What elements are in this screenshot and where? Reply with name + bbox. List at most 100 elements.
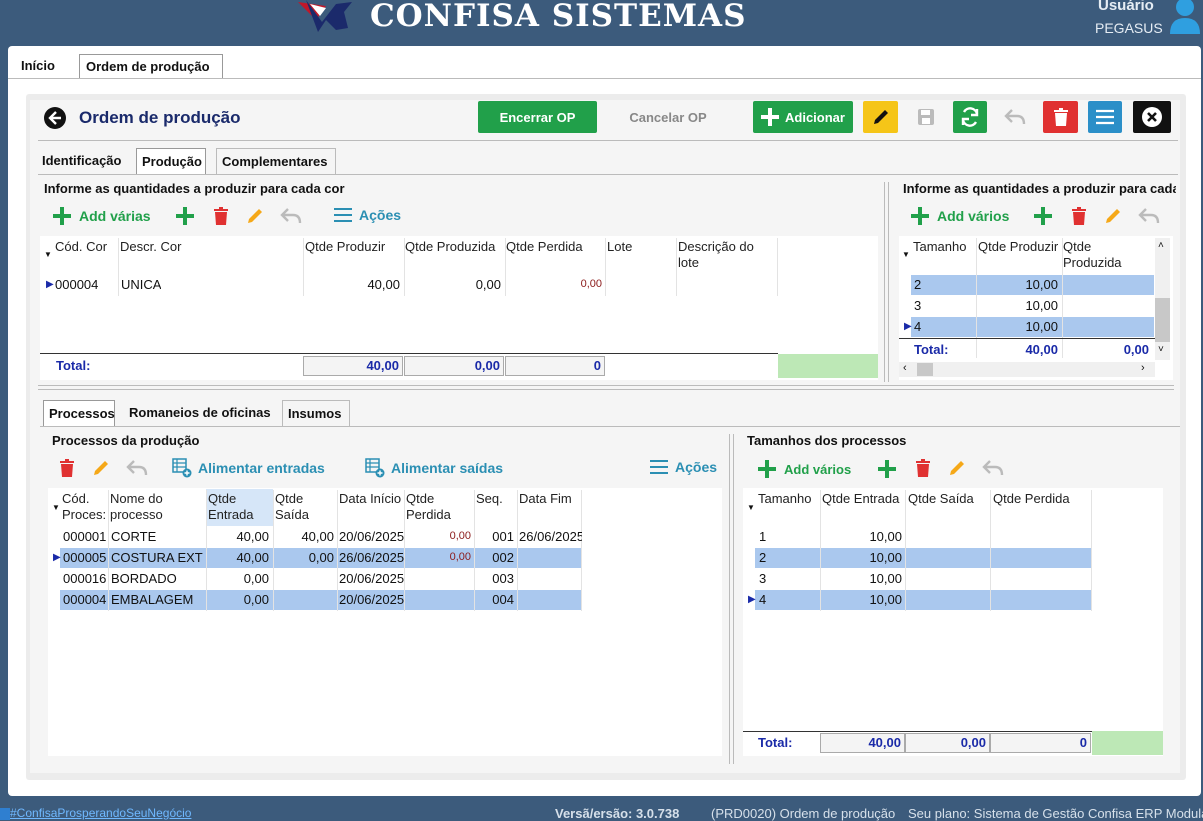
- proc-3-seq[interactable]: 003: [475, 569, 518, 589]
- tam-top-3[interactable]: 4: [914, 317, 921, 337]
- vertical-splitter[interactable]: [884, 182, 889, 382]
- col-data-fim[interactable]: Data Fim: [519, 491, 572, 507]
- proc-3-cod[interactable]: 000016: [63, 569, 106, 589]
- edit-button[interactable]: [863, 101, 898, 133]
- proc-4-inicio[interactable]: 20/06/2025: [339, 590, 405, 610]
- scroll-left-icon[interactable]: ‹: [903, 362, 907, 374]
- proc-2-nome[interactable]: COSTURA EXT: [111, 548, 206, 568]
- add-icon[interactable]: [1032, 205, 1054, 227]
- col-qtde-perdida[interactable]: Qtde Perdida: [506, 239, 583, 255]
- tam-top-1-produzir[interactable]: 10,00: [977, 275, 1062, 295]
- delete-button[interactable]: [1043, 101, 1078, 133]
- col-qtde-perdida[interactable]: Qtde Perdida: [993, 491, 1070, 507]
- scroll-thumb[interactable]: [1155, 298, 1170, 342]
- col-tamanho[interactable]: Tamanho: [758, 491, 811, 507]
- tab-inicio[interactable]: Início: [15, 54, 61, 78]
- tam-proc-2[interactable]: 2: [759, 548, 766, 568]
- save-button[interactable]: [909, 101, 942, 133]
- alimentar-saidas-button[interactable]: Alimentar saídas: [365, 458, 503, 478]
- proc-1-entrada[interactable]: 40,00: [207, 527, 273, 547]
- tam-proc-3[interactable]: 3: [759, 569, 766, 589]
- proc-2-cod[interactable]: 000005: [63, 548, 106, 568]
- pencil-icon[interactable]: [947, 458, 967, 478]
- table-row[interactable]: [755, 548, 1091, 568]
- proc-3-inicio[interactable]: 20/06/2025: [339, 569, 405, 589]
- col-nome-processo[interactable]: Nome do processo: [110, 491, 190, 523]
- proc-3-entrada[interactable]: 0,00: [207, 569, 273, 589]
- tab-romaneios[interactable]: Romaneios de oficinas: [124, 400, 276, 426]
- proc-2-fim[interactable]: [519, 548, 582, 568]
- col-cod-cor[interactable]: Cód. Cor: [55, 239, 107, 255]
- col-qtde-saida[interactable]: Qtde Saída: [275, 491, 335, 523]
- tam-proc-4[interactable]: 4: [759, 590, 766, 610]
- proc-2-inicio[interactable]: 26/06/2025: [339, 548, 405, 568]
- back-arrow-icon[interactable]: [44, 107, 66, 129]
- trash-icon[interactable]: [212, 206, 230, 226]
- tam-proc-1[interactable]: 1: [759, 527, 766, 547]
- col-qtde-entrada[interactable]: Qtde Entrada: [208, 491, 268, 523]
- proc-3-fim[interactable]: [519, 569, 582, 589]
- proc-3-nome[interactable]: BORDADO: [111, 569, 206, 589]
- table-row[interactable]: [755, 590, 1091, 610]
- pencil-icon[interactable]: [245, 206, 265, 226]
- menu-button[interactable]: [1088, 101, 1122, 133]
- undo-button[interactable]: [998, 101, 1032, 133]
- refresh-button[interactable]: [953, 101, 987, 133]
- scroll-thumb[interactable]: [917, 363, 933, 376]
- adicionar-button[interactable]: Adicionar: [753, 101, 853, 133]
- col-descr-cor[interactable]: Descr. Cor: [120, 239, 181, 255]
- col-qtde-produzir[interactable]: Qtde Produzir: [978, 239, 1058, 255]
- cor-descr[interactable]: UNICA: [121, 275, 161, 295]
- tab-complementares[interactable]: Complementares: [216, 148, 336, 174]
- cor-perdida[interactable]: 0,00: [506, 274, 606, 294]
- vertical-scrollbar[interactable]: ˄ ˅: [1155, 238, 1170, 360]
- undo-icon[interactable]: [981, 459, 1005, 477]
- close-button[interactable]: [1133, 101, 1171, 133]
- col-tamanho[interactable]: Tamanho: [913, 239, 966, 255]
- col-qtde-produzida[interactable]: Qtde Produzida: [1063, 239, 1133, 271]
- proc-1-saida[interactable]: 40,00: [274, 527, 338, 547]
- col-lote[interactable]: Lote: [607, 239, 632, 255]
- tab-processos[interactable]: Processos: [43, 400, 115, 426]
- proc-2-saida[interactable]: 0,00: [274, 548, 338, 568]
- encerrar-op-button[interactable]: Encerrar OP: [478, 101, 597, 133]
- pencil-icon[interactable]: [91, 458, 111, 478]
- alimentar-entradas-button[interactable]: Alimentar entradas: [172, 458, 325, 478]
- tam-top-2[interactable]: 3: [914, 296, 921, 316]
- horizontal-splitter[interactable]: [38, 385, 1174, 390]
- undo-icon[interactable]: [279, 207, 303, 225]
- proc-2-perdida[interactable]: 0,00: [405, 547, 475, 567]
- tam-proc-1-entrada[interactable]: 10,00: [821, 527, 906, 547]
- pencil-icon[interactable]: [1103, 206, 1123, 226]
- proc-4-seq[interactable]: 004: [475, 590, 518, 610]
- hashtag-link[interactable]: #ConfisaProsperandoSeuNegócio: [10, 806, 191, 820]
- tam-top-3-produzir[interactable]: 10,00: [977, 317, 1062, 337]
- proc-1-seq[interactable]: 001: [475, 527, 518, 547]
- vertical-splitter[interactable]: [729, 434, 734, 764]
- tab-producao[interactable]: Produção: [136, 148, 206, 174]
- trash-icon[interactable]: [914, 458, 932, 478]
- add-icon[interactable]: [876, 458, 898, 480]
- add-varios-proc-button[interactable]: Add vários: [756, 458, 851, 480]
- tab-ordem-producao[interactable]: Ordem de produção: [79, 54, 223, 78]
- cor-cod[interactable]: 000004: [55, 275, 98, 295]
- undo-icon[interactable]: [1137, 207, 1161, 225]
- col-qtde-produzida[interactable]: Qtde Produzida: [405, 239, 495, 255]
- col-qtde-entrada[interactable]: Qtde Entrada: [822, 491, 899, 507]
- proc-3-saida[interactable]: [274, 569, 338, 589]
- proc-4-entrada[interactable]: 0,00: [207, 590, 273, 610]
- undo-icon[interactable]: [125, 459, 149, 477]
- proc-1-nome[interactable]: CORTE: [111, 527, 206, 547]
- trash-icon[interactable]: [58, 458, 76, 478]
- horizontal-scrollbar[interactable]: ‹ ›: [899, 362, 1155, 377]
- col-seq[interactable]: Seq.: [476, 491, 503, 507]
- add-icon[interactable]: [174, 205, 196, 227]
- col-qtde-produzir[interactable]: Qtde Produzir: [305, 239, 385, 255]
- col-qtde-saida[interactable]: Qtde Saída: [908, 491, 974, 507]
- scroll-down-icon[interactable]: ˅: [1158, 344, 1164, 355]
- scroll-right-icon[interactable]: ›: [1141, 362, 1145, 374]
- col-qtde-perdida[interactable]: Qtde Perdida: [406, 491, 466, 523]
- scroll-up-icon[interactable]: ˄: [1158, 240, 1164, 251]
- tam-proc-3-entrada[interactable]: 10,00: [821, 569, 906, 589]
- user-avatar-icon[interactable]: [1167, 0, 1203, 36]
